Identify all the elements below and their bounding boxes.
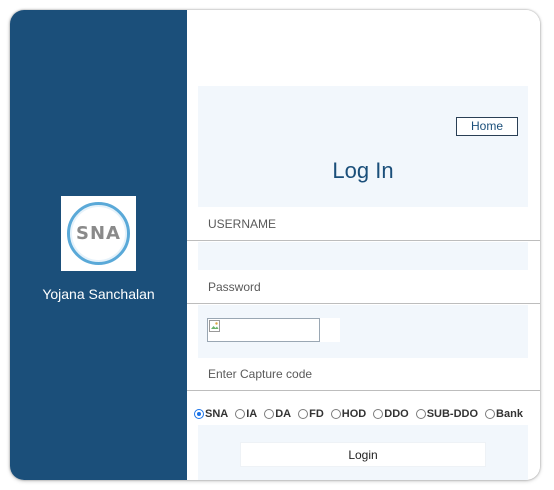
broken-image-icon (209, 320, 220, 332)
home-button[interactable]: Home (456, 117, 518, 136)
role-label: DA (275, 408, 292, 420)
role-option[interactable]: DA (264, 408, 291, 420)
username-field[interactable] (187, 208, 540, 241)
password-field[interactable] (187, 271, 540, 304)
role-label: HOD (341, 408, 367, 420)
role-option[interactable]: IA (235, 408, 257, 420)
role-label: Bank (496, 408, 523, 420)
radio-hod[interactable] (330, 409, 341, 419)
logo: SNA (61, 196, 136, 271)
role-label: SNA (205, 408, 229, 420)
role-label: IA (246, 408, 258, 420)
login-button[interactable]: Login (240, 442, 486, 467)
captcha-input[interactable] (187, 358, 540, 390)
username-input[interactable] (187, 208, 540, 240)
role-option[interactable]: HOD (330, 408, 367, 420)
password-input[interactable] (187, 271, 540, 303)
captcha-refresh (320, 318, 340, 342)
role-label: SUB-DDO (426, 408, 479, 420)
captcha-image (207, 318, 320, 342)
role-selector: SNA IA DA FD HOD DDO SUB-DDO Bank (194, 407, 540, 421)
radio-da[interactable] (264, 409, 275, 419)
logo-text: SNA (76, 223, 121, 244)
login-card: SNA Yojana Sanchalan Home Log In USERNAM… (10, 10, 540, 480)
role-label: FD (309, 408, 324, 420)
app-name: Yojana Sanchalan (42, 286, 155, 302)
login-header: Home Log In (198, 86, 528, 207)
page-title: Log In (332, 158, 394, 183)
role-option[interactable]: Bank (485, 408, 523, 420)
radio-sub-ddo[interactable] (415, 409, 426, 419)
radio-fd[interactable] (298, 409, 309, 419)
role-option[interactable]: FD (298, 408, 324, 420)
radio-ia[interactable] (235, 409, 246, 419)
role-option[interactable]: SUB-DDO (415, 408, 479, 420)
role-label: DDO (384, 408, 409, 420)
field-spacer (198, 242, 528, 270)
role-option[interactable]: SNA (194, 408, 228, 420)
radio-sna[interactable] (194, 409, 204, 419)
login-panel: Home Log In SNA (187, 10, 540, 480)
role-option[interactable]: DDO (373, 408, 409, 420)
logo-circle: SNA (67, 202, 130, 265)
captcha-field[interactable] (187, 358, 540, 391)
brand-panel: SNA Yojana Sanchalan (10, 10, 187, 480)
radio-ddo[interactable] (373, 409, 384, 419)
radio-bank[interactable] (485, 409, 496, 419)
